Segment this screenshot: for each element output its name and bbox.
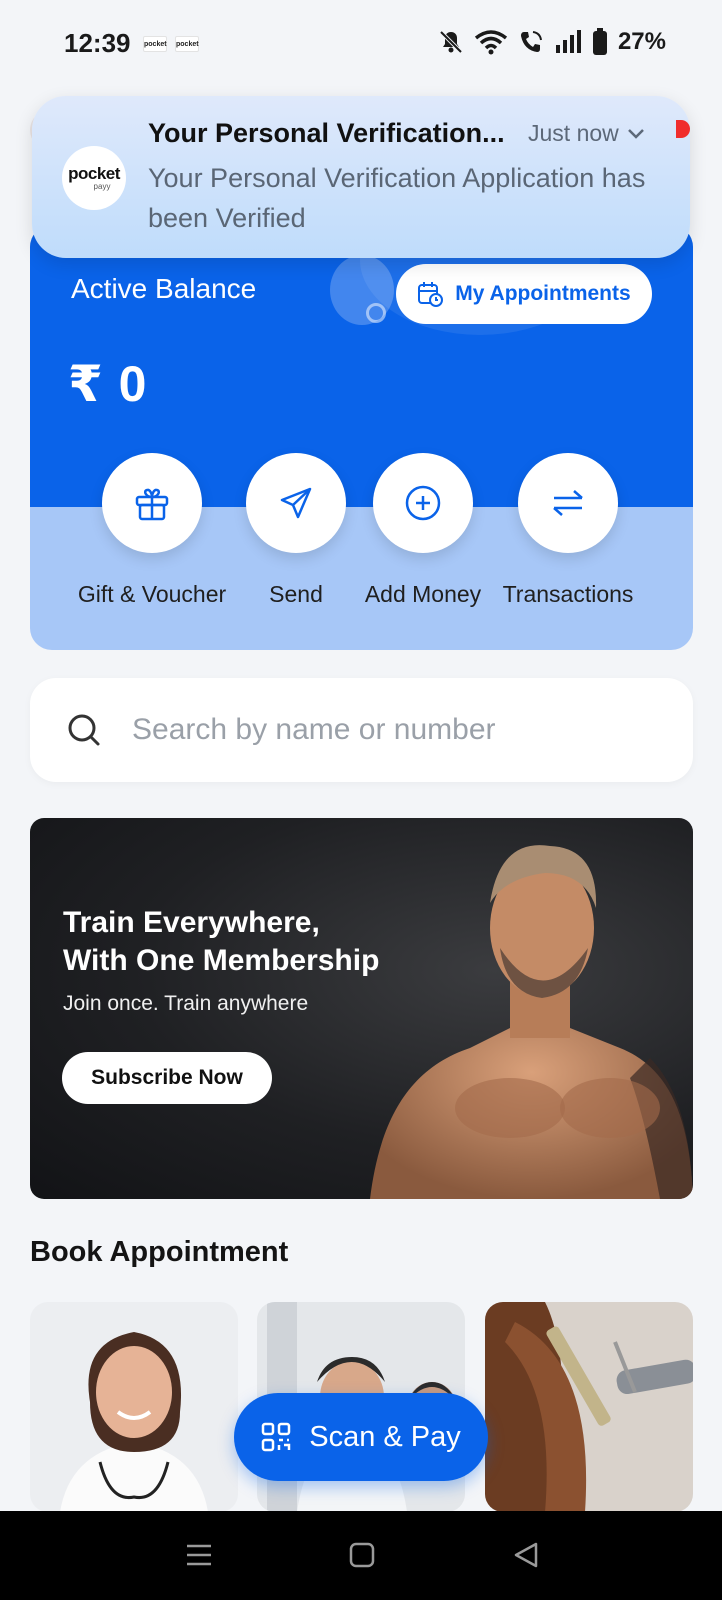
plus-circle-icon <box>405 485 441 521</box>
transactions-button[interactable] <box>518 453 618 553</box>
status-bar: 12:39 pocket pocket 27% <box>0 0 722 90</box>
notification-body: Your Personal Verification Application h… <box>148 163 646 233</box>
appointment-card-salon[interactable] <box>485 1302 693 1512</box>
send-button[interactable] <box>246 453 346 553</box>
gift-voucher-label: Gift & Voucher <box>77 581 227 607</box>
doctor-image <box>60 1332 208 1512</box>
balance-card: Active Balance ₹ 0 My Appointments Gift … <box>30 225 693 650</box>
qr-scan-icon <box>261 1422 291 1452</box>
transfer-arrows-icon <box>553 490 583 516</box>
battery-icon <box>592 28 607 55</box>
search-icon <box>68 714 100 746</box>
scan-and-pay-label: Scan & Pay <box>309 1420 461 1453</box>
pocket-payy-logo: pocket payy <box>62 146 126 210</box>
decorative-bubble <box>366 303 386 323</box>
my-appointments-button[interactable]: My Appointments <box>396 264 652 324</box>
promo-banner[interactable]: Train Everywhere, With One Membership Jo… <box>30 818 693 1199</box>
back-icon[interactable] <box>512 1541 540 1569</box>
gift-voucher-action[interactable]: Gift & Voucher <box>77 453 227 608</box>
system-navigation-bar <box>0 1511 722 1600</box>
wifi-icon <box>474 30 508 55</box>
recent-apps-icon[interactable] <box>185 1541 213 1569</box>
add-money-action[interactable]: Add Money <box>348 453 498 608</box>
balance-amount: ₹ 0 <box>68 356 148 412</box>
banner-subtitle: Join once. Train anywhere <box>63 992 309 1015</box>
gift-voucher-button[interactable] <box>102 453 202 553</box>
gift-icon <box>135 488 169 521</box>
subscribe-now-button[interactable]: Subscribe Now <box>62 1052 272 1104</box>
signal-icon <box>555 30 581 53</box>
notification-time[interactable]: Just now <box>528 120 645 147</box>
transactions-action[interactable]: Transactions <box>493 453 643 608</box>
search-bar[interactable] <box>30 678 693 782</box>
notification-banner[interactable]: pocket payy Your Personal Verification..… <box>32 96 690 258</box>
home-icon[interactable] <box>348 1541 376 1569</box>
wifi-calling-icon <box>520 31 542 52</box>
book-appointment-title: Book Appointment <box>30 1236 289 1268</box>
notification-app-icon: pocket <box>143 36 167 52</box>
notification-title: Your Personal Verification... <box>148 118 505 148</box>
add-money-label: Add Money <box>364 581 482 607</box>
active-balance-label: Active Balance <box>71 273 257 304</box>
battery-percentage: 27% <box>617 28 666 55</box>
calendar-clock-icon <box>418 282 444 307</box>
salon-image <box>485 1302 693 1512</box>
my-appointments-label: My Appointments <box>455 282 631 305</box>
fitness-model-image <box>370 845 693 1199</box>
transactions-label: Transactions <box>502 581 634 607</box>
scan-and-pay-button[interactable]: Scan & Pay <box>234 1393 488 1481</box>
status-icons: 27% <box>438 28 666 56</box>
banner-title: Train Everywhere, With One Membership <box>63 906 380 977</box>
appointment-card-doctor[interactable] <box>30 1302 238 1512</box>
mute-bell-icon <box>439 30 463 54</box>
add-money-button[interactable] <box>373 453 473 553</box>
chevron-down-icon <box>627 128 644 139</box>
send-icon <box>280 487 312 519</box>
notification-app-icon: pocket <box>175 36 199 52</box>
status-time: 12:39 <box>64 28 131 58</box>
search-input[interactable] <box>132 704 652 756</box>
